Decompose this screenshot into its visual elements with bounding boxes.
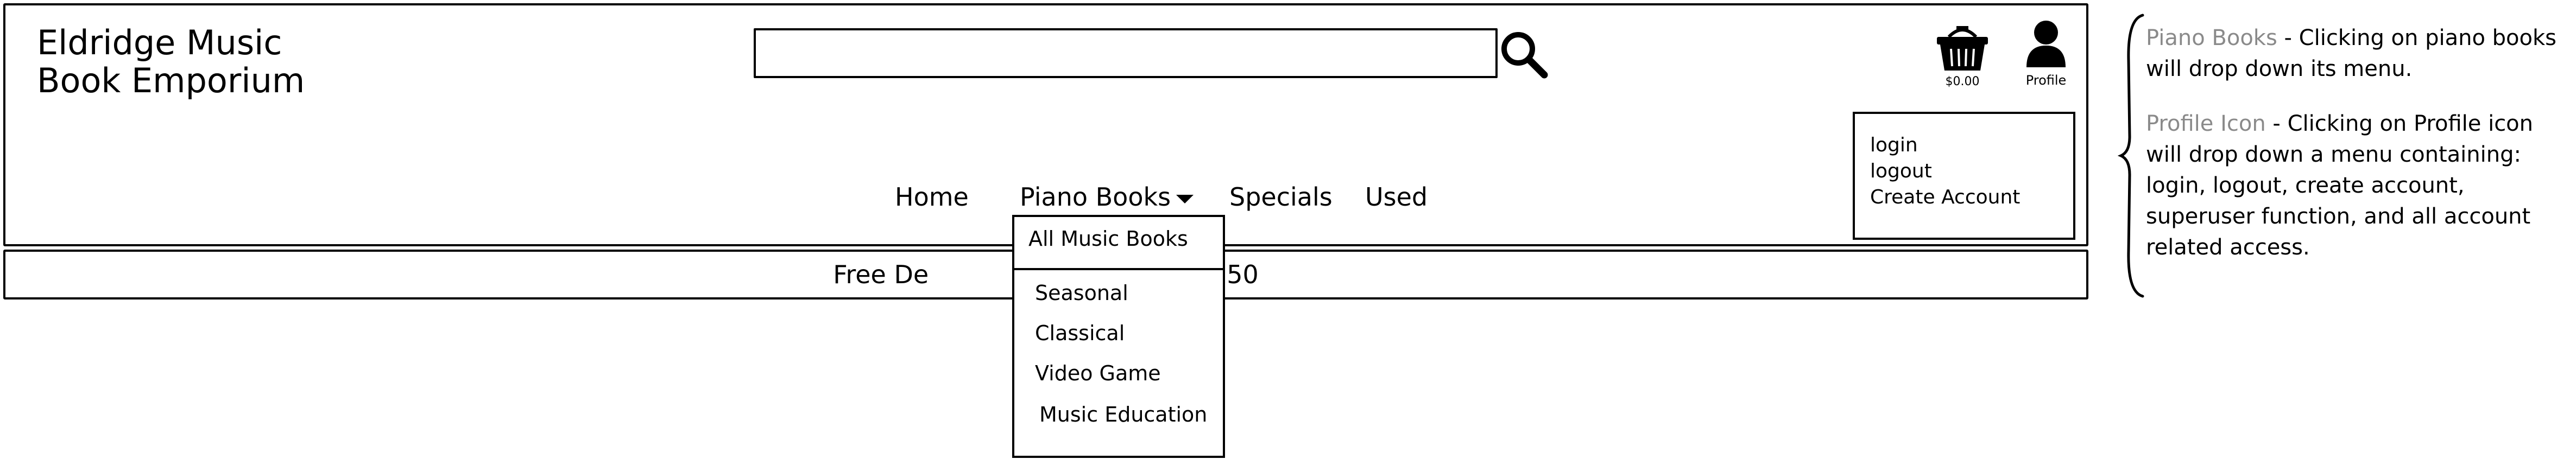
search-icon (1501, 32, 1548, 79)
nav-specials[interactable]: Specials (1229, 178, 1333, 216)
note-profile-icon: Profile Icon - Clicking on Profile icon … (2146, 109, 2569, 263)
site-logo[interactable]: Eldridge Music Book Emporium (37, 24, 305, 100)
dropdown-music-education[interactable]: Music Education (1039, 400, 1207, 429)
nav-piano-books-label: Piano Books (1020, 182, 1171, 212)
dropdown-all-music-books[interactable]: All Music Books (1028, 225, 1188, 253)
profile-button[interactable]: Profile (2018, 18, 2074, 91)
logo-line-1: Eldridge Music (37, 23, 282, 62)
banner-text-left: Free De (833, 260, 929, 289)
caret-down-icon (1176, 194, 1194, 203)
search-button[interactable] (1498, 28, 1550, 80)
annotation-notes: Piano Books - Clicking on piano books wi… (2146, 23, 2569, 287)
nav-home[interactable]: Home (895, 178, 969, 216)
profile-menu-create-account[interactable]: Create Account (1870, 184, 2073, 211)
profile-menu-login[interactable]: login (1870, 132, 2073, 158)
annotation-brace (2118, 14, 2144, 298)
user-icon (2026, 21, 2066, 67)
dropdown-classical[interactable]: Classical (1035, 319, 1125, 347)
note-piano-books: Piano Books - Clicking on piano books wi… (2146, 23, 2569, 85)
cart-button[interactable]: $0.00 (1930, 21, 1995, 91)
piano-books-dropdown: All Music Books Seasonal Classical Video… (1012, 215, 1225, 458)
nav-used[interactable]: Used (1365, 178, 1428, 216)
profile-label: Profile (2025, 73, 2067, 88)
note-term: Piano Books (2146, 25, 2277, 50)
profile-dropdown-menu: login logout Create Account (1853, 112, 2075, 240)
header: Eldridge Music Book Emporium $0.00 Profi… (3, 3, 2088, 246)
profile-menu-logout[interactable]: logout (1870, 158, 2073, 184)
cart-amount: $0.00 (1945, 75, 1980, 88)
note-term: Profile Icon (2146, 111, 2266, 136)
dropdown-video-game[interactable]: Video Game (1035, 359, 1161, 387)
dropdown-seasonal[interactable]: Seasonal (1035, 279, 1128, 307)
search-input[interactable] (754, 28, 1498, 78)
logo-line-2: Book Emporium (37, 61, 305, 100)
dropdown-divider (1014, 268, 1223, 270)
basket-icon (1937, 26, 1988, 71)
nav-piano-books[interactable]: Piano Books (1020, 178, 1194, 216)
